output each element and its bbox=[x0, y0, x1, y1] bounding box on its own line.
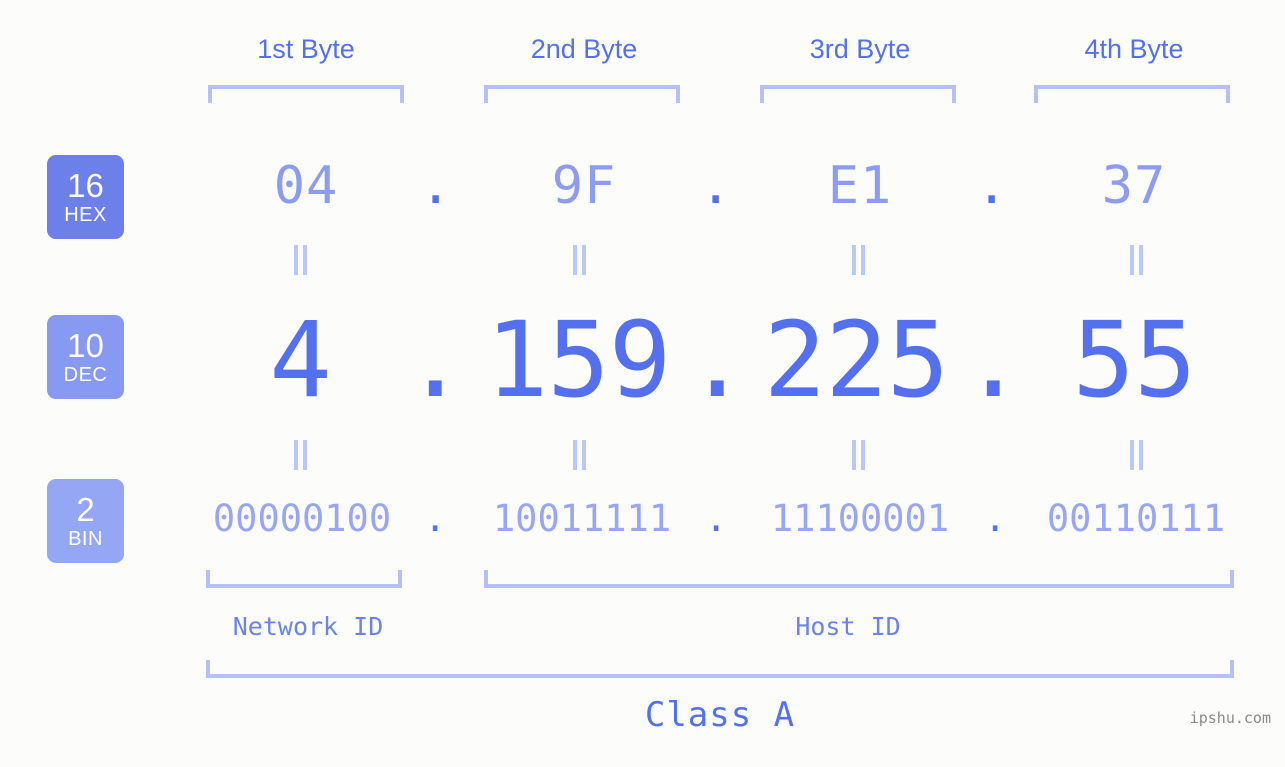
host-id-label: Host ID bbox=[795, 612, 901, 641]
equality-mark-hex-dec-2 bbox=[571, 245, 588, 275]
base-badge-bin: 2 BIN bbox=[47, 479, 124, 563]
equality-mark-dec-bin-2 bbox=[571, 440, 588, 470]
hex-separator-3: . bbox=[976, 156, 1008, 216]
byte-header-label-1: 1st Byte bbox=[257, 34, 355, 64]
base-badge-bin-name: BIN bbox=[68, 528, 103, 550]
base-badge-hex-number: 16 bbox=[67, 167, 104, 204]
byte-header-label-2: 2nd Byte bbox=[530, 34, 638, 64]
hex-separator-2: . bbox=[700, 156, 732, 216]
binary-byte-1: 00000100 bbox=[212, 497, 392, 540]
class-bracket bbox=[206, 660, 1234, 678]
decimal-separator-1: . bbox=[404, 299, 467, 421]
binary-byte-2: 10011111 bbox=[492, 497, 672, 540]
decimal-byte-2: 159 bbox=[485, 299, 672, 421]
hex-byte-4: 37 bbox=[1101, 156, 1167, 216]
base-badge-dec-name: DEC bbox=[63, 364, 108, 386]
network-id-bracket bbox=[206, 570, 402, 588]
hex-byte-3: E1 bbox=[827, 156, 893, 216]
equality-mark-hex-dec-1 bbox=[292, 245, 309, 275]
host-id-bracket bbox=[484, 570, 1234, 588]
byte-bracket-3 bbox=[760, 85, 956, 103]
base-badge-bin-number: 2 bbox=[76, 491, 95, 528]
byte-header-label-4: 4th Byte bbox=[1084, 34, 1184, 64]
byte-bracket-2 bbox=[484, 85, 680, 103]
binary-separator-1: . bbox=[424, 497, 447, 540]
network-id-label: Network ID bbox=[232, 612, 384, 641]
hex-byte-2: 9F bbox=[551, 156, 617, 216]
decimal-byte-4: 55 bbox=[1072, 299, 1196, 421]
binary-separator-2: . bbox=[705, 497, 728, 540]
base-badge-dec: 10 DEC bbox=[47, 315, 124, 399]
equality-mark-hex-dec-3 bbox=[850, 245, 867, 275]
equality-mark-dec-bin-1 bbox=[292, 440, 309, 470]
byte-header-label-3: 3rd Byte bbox=[809, 34, 911, 64]
site-watermark: ipshu.com bbox=[1189, 709, 1271, 727]
byte-bracket-1 bbox=[208, 85, 404, 103]
decimal-byte-1: 4 bbox=[269, 299, 332, 421]
decimal-separator-2: . bbox=[686, 299, 749, 421]
decimal-byte-3: 225 bbox=[763, 299, 950, 421]
base-badge-dec-number: 10 bbox=[67, 327, 104, 364]
equality-mark-dec-bin-4 bbox=[1128, 440, 1145, 470]
base-badge-hex: 16 HEX bbox=[47, 155, 124, 239]
byte-bracket-4 bbox=[1034, 85, 1230, 103]
ip-address-breakdown-diagram: 1st Byte 2nd Byte 3rd Byte 4th Byte 16 H… bbox=[0, 0, 1285, 767]
binary-byte-4: 00110111 bbox=[1046, 497, 1226, 540]
base-badge-hex-name: HEX bbox=[64, 204, 107, 226]
binary-byte-3: 11100001 bbox=[770, 497, 950, 540]
hex-separator-1: . bbox=[420, 156, 452, 216]
decimal-separator-3: . bbox=[962, 299, 1025, 421]
ip-class-label: Class A bbox=[644, 695, 796, 735]
binary-separator-3: . bbox=[984, 497, 1007, 540]
equality-mark-dec-bin-3 bbox=[850, 440, 867, 470]
hex-byte-1: 04 bbox=[273, 156, 339, 216]
equality-mark-hex-dec-4 bbox=[1128, 245, 1145, 275]
